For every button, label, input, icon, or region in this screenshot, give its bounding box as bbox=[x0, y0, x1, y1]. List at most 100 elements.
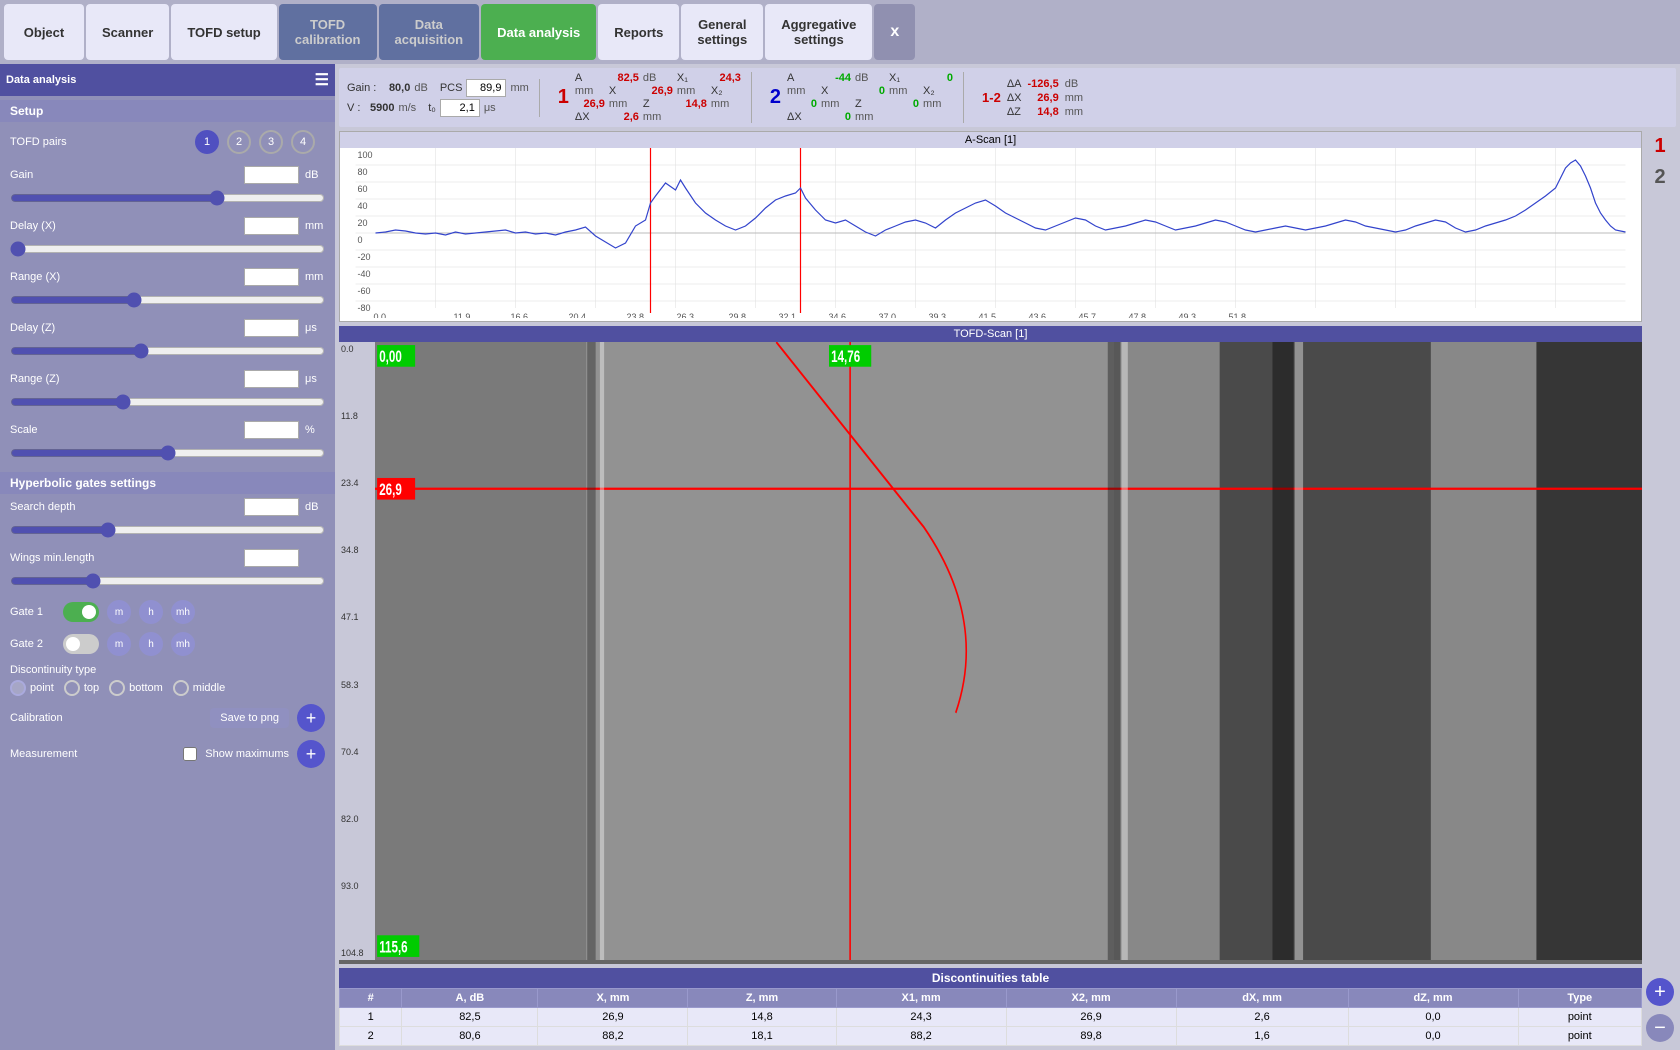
c1-x-unit: mm bbox=[677, 85, 707, 97]
wings-min-slider[interactable] bbox=[10, 573, 325, 589]
aggregative-settings-btn[interactable]: Aggregativesettings bbox=[765, 4, 872, 60]
svg-text:40: 40 bbox=[358, 201, 368, 211]
tofd-calibration-btn[interactable]: TOFDcalibration bbox=[279, 4, 377, 60]
tofd-setup-btn[interactable]: TOFD setup bbox=[171, 4, 276, 60]
c2-a-lbl: A bbox=[787, 72, 817, 84]
scale-label: Scale bbox=[10, 424, 238, 436]
disc-type-middle[interactable]: middle bbox=[173, 680, 225, 696]
pair-3[interactable]: 3 bbox=[259, 130, 283, 154]
delay-x-input[interactable]: 0 bbox=[244, 217, 299, 235]
disc-type-bottom[interactable]: bottom bbox=[109, 680, 163, 696]
gate2-h-btn[interactable]: h bbox=[139, 632, 163, 656]
tofd-title: TOFD-Scan [1] bbox=[339, 326, 1642, 342]
table-plus-btn[interactable]: + bbox=[1646, 978, 1674, 1006]
range-x-input[interactable]: 116 bbox=[244, 268, 299, 286]
object-btn[interactable]: Object bbox=[4, 4, 84, 60]
disc-type-point[interactable]: point bbox=[10, 680, 54, 696]
marker-2[interactable]: 2 bbox=[1654, 166, 1665, 189]
general-settings-btn[interactable]: Generalsettings bbox=[681, 4, 763, 60]
disc-type-top-label: top bbox=[84, 682, 99, 694]
svg-text:0,0: 0,0 bbox=[374, 312, 387, 318]
c1-dx-lbl: ΔX bbox=[575, 111, 605, 123]
c1-a-unit: dB bbox=[643, 72, 673, 84]
gate1-mh-btn[interactable]: mh bbox=[171, 600, 195, 624]
range-z-slider[interactable] bbox=[10, 394, 325, 410]
calibration-plus-btn[interactable]: + bbox=[297, 704, 325, 732]
delay-z-row: Delay (Z) 41 μs bbox=[0, 315, 335, 341]
gate1-h-btn[interactable]: h bbox=[139, 600, 163, 624]
measurement-label: Measurement bbox=[10, 748, 175, 760]
reports-btn[interactable]: Reports bbox=[598, 4, 679, 60]
delay-z-unit: μs bbox=[305, 322, 325, 334]
ascan-svg[interactable]: 100 80 60 40 20 0 -20 -40 -60 -80 bbox=[340, 148, 1641, 318]
tofd-y-axis: 0.0 11.8 23.4 34.8 47.1 58.3 70.4 82.0 9… bbox=[339, 342, 375, 960]
scale-input[interactable]: 100 bbox=[244, 421, 299, 439]
delay-z-slider[interactable] bbox=[10, 343, 325, 359]
range-z-input[interactable]: 35 bbox=[244, 370, 299, 388]
diff-dz-lbl: ΔZ bbox=[1007, 106, 1022, 118]
measurement-plus-btn[interactable]: + bbox=[297, 740, 325, 768]
search-depth-input[interactable]: 12 bbox=[244, 498, 299, 516]
ascan-title: A-Scan [1] bbox=[340, 132, 1641, 148]
marker-1[interactable]: 1 bbox=[1654, 135, 1665, 158]
delay-x-slider[interactable] bbox=[10, 241, 325, 257]
gain-input[interactable]: 80 bbox=[244, 166, 299, 184]
pair-4[interactable]: 4 bbox=[291, 130, 315, 154]
tofd-scan-wrapper: TOFD-Scan [1] 0.0 11.8 23.4 34.8 47.1 58… bbox=[339, 326, 1642, 964]
pair-1[interactable]: 1 bbox=[195, 130, 219, 154]
data-analysis-btn[interactable]: Data analysis bbox=[481, 4, 596, 60]
c1-x-val: 26,9 bbox=[643, 85, 673, 97]
gate1-m-btn[interactable]: m bbox=[107, 600, 131, 624]
main-layout: Data analysis ☰ Setup TOFD pairs 1 2 3 4… bbox=[0, 64, 1680, 1050]
y-0: 0.0 bbox=[341, 344, 373, 354]
disc-type-top[interactable]: top bbox=[64, 680, 99, 696]
col-dz: dZ, mm bbox=[1348, 989, 1518, 1008]
pair-2[interactable]: 2 bbox=[227, 130, 251, 154]
scanner-btn[interactable]: Scanner bbox=[86, 4, 169, 60]
gate1-label: Gate 1 bbox=[10, 606, 55, 618]
show-maximums-checkbox[interactable] bbox=[183, 747, 197, 761]
c2-z-unit: mm bbox=[923, 98, 953, 110]
data-acquisition-btn[interactable]: Dataacquisition bbox=[379, 4, 480, 60]
measurement-row: Measurement Show maximums + bbox=[0, 736, 335, 772]
c2-dx-val: 0 bbox=[821, 111, 851, 123]
gate1-toggle[interactable] bbox=[63, 602, 99, 622]
delay-z-input[interactable]: 41 bbox=[244, 319, 299, 337]
wings-min-input[interactable]: 5 bbox=[244, 549, 299, 567]
range-x-label: Range (X) bbox=[10, 271, 238, 283]
range-x-slider[interactable] bbox=[10, 292, 325, 308]
calibration-row: Calibration Save to png + bbox=[0, 700, 335, 736]
svg-text:26,9: 26,9 bbox=[379, 481, 402, 500]
tofd-scan-main[interactable]: 0,00 14,76 26,9 115,6 bbox=[375, 342, 1642, 960]
scale-unit: % bbox=[305, 424, 325, 436]
table-minus-btn[interactable]: − bbox=[1646, 1014, 1674, 1042]
menu-icon[interactable]: ☰ bbox=[315, 70, 329, 90]
c2-z-lbl: Z bbox=[855, 98, 885, 110]
gate2-row: Gate 2 m h mh bbox=[0, 628, 335, 660]
y-7: 82.0 bbox=[341, 814, 373, 824]
gain-info-unit: dB bbox=[414, 82, 427, 94]
c1-x1-lbl: X₁ bbox=[677, 72, 707, 84]
wings-min-row: Wings min.length 5 bbox=[0, 545, 335, 571]
diff-num: 1-2 bbox=[982, 90, 1001, 105]
pcs-input[interactable] bbox=[466, 79, 506, 97]
scale-slider[interactable] bbox=[10, 445, 325, 461]
t0-input[interactable] bbox=[440, 99, 480, 117]
save-to-png-btn[interactable]: Save to png bbox=[210, 708, 289, 728]
svg-text:43,6: 43,6 bbox=[1029, 312, 1047, 318]
gate2-label: Gate 2 bbox=[10, 638, 55, 650]
col-dx: dX, mm bbox=[1176, 989, 1348, 1008]
gate2-toggle[interactable] bbox=[63, 634, 99, 654]
gate2-m-btn[interactable]: m bbox=[107, 632, 131, 656]
c2-a-unit: dB bbox=[855, 72, 885, 84]
gate2-mh-btn[interactable]: mh bbox=[171, 632, 195, 656]
close-btn[interactable]: x bbox=[874, 4, 915, 60]
gain-slider[interactable] bbox=[10, 190, 325, 206]
delay-x-unit: mm bbox=[305, 220, 325, 232]
c1-a-val: 82,5 bbox=[609, 72, 639, 84]
search-depth-slider[interactable] bbox=[10, 522, 325, 538]
svg-text:-60: -60 bbox=[358, 286, 371, 296]
wings-min-slider-row bbox=[0, 571, 335, 596]
disc-type-title: Discontinuity type bbox=[10, 664, 325, 676]
tofd-pairs-selector: 1 2 3 4 bbox=[185, 126, 325, 158]
